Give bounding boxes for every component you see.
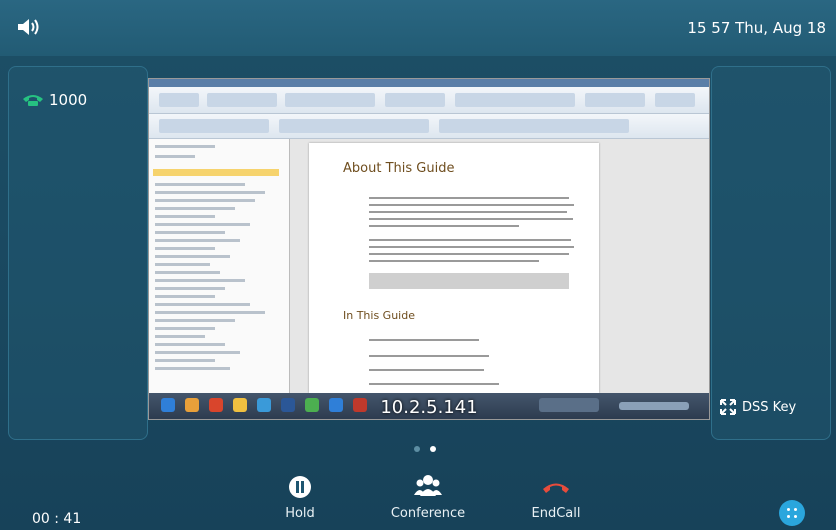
end-call-button[interactable]: EndCall: [506, 470, 606, 521]
pause-icon: [289, 476, 311, 498]
account-line[interactable]: 1000: [22, 91, 87, 109]
document-page: About This Guide In This Guide: [309, 143, 599, 393]
left-panel: [8, 66, 148, 440]
remote-taskbar: 10.2.5.141: [149, 393, 709, 419]
hold-label: Hold: [285, 506, 315, 521]
end-call-label: EndCall: [531, 506, 581, 521]
status-bar: 15 57 Thu, Aug 18: [0, 0, 836, 56]
navigation-pane: [149, 139, 290, 393]
page-dot-1[interactable]: [414, 446, 420, 452]
hold-button[interactable]: Hold: [250, 470, 350, 521]
window-titlebar: [149, 79, 709, 87]
menu-button[interactable]: [779, 500, 805, 526]
page-dot-2[interactable]: [430, 446, 436, 452]
hangup-icon: [543, 483, 569, 493]
speaker-icon[interactable]: [16, 16, 42, 38]
dss-key-button[interactable]: DSS Key: [719, 398, 796, 416]
document-heading: About This Guide: [343, 161, 455, 176]
document-subheading: In This Guide: [343, 309, 415, 322]
right-panel: [711, 66, 831, 440]
conference-icon: [414, 475, 442, 496]
remote-ip-address: 10.2.5.141: [380, 397, 478, 418]
date-time: 15 57 Thu, Aug 18: [687, 19, 826, 37]
ribbon-row: [149, 114, 709, 139]
ribbon-toolbar: [149, 87, 709, 114]
page-indicator: [410, 446, 440, 454]
phone-icon: [23, 95, 43, 106]
account-label: 1000: [49, 91, 88, 109]
call-timer: 00 : 41: [32, 511, 82, 527]
conference-label: Conference: [390, 506, 466, 521]
expand-icon: [720, 399, 736, 415]
shared-screen: About This Guide In This Guide 10.2.5.14…: [148, 78, 710, 420]
note-box: [369, 273, 569, 289]
dss-key-label: DSS Key: [742, 399, 797, 415]
conference-button[interactable]: Conference: [378, 470, 478, 521]
